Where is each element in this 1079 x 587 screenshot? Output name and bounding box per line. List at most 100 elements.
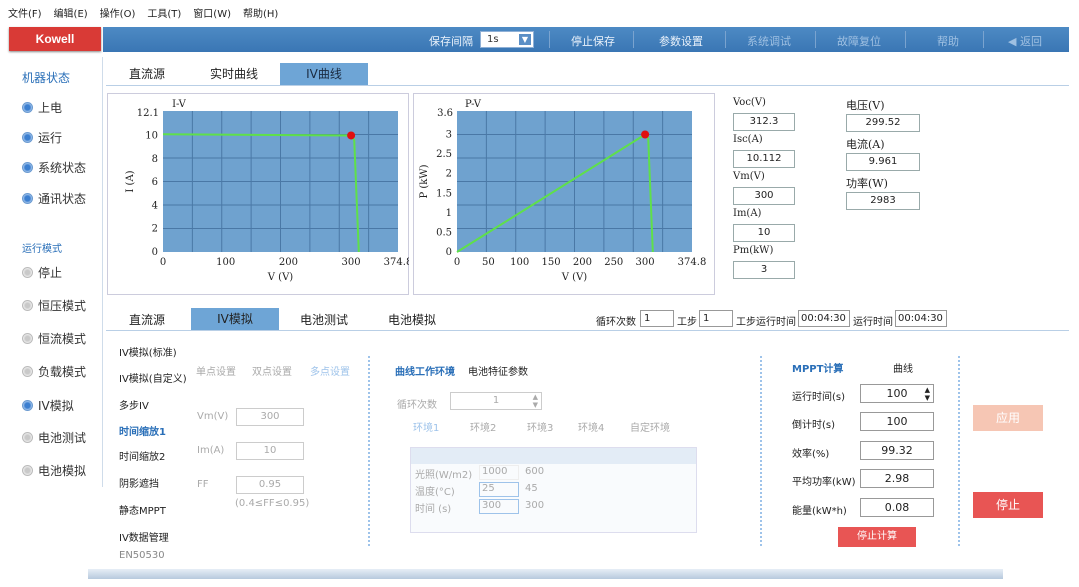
horizontal-scrollbar[interactable] <box>88 569 1003 579</box>
table-row-label: 温度(°C) <box>415 487 455 498</box>
mppt-row-value[interactable]: 100 ▲ ▼ <box>860 384 934 403</box>
env-tab[interactable]: 环境4 <box>578 419 604 434</box>
x-tick-label: 300 <box>342 257 361 268</box>
param-value: 300 <box>260 411 280 422</box>
table-cell[interactable]: 300 <box>525 500 544 511</box>
iv-menu-item[interactable]: 时间缩放1 <box>119 423 166 438</box>
pv-chart: 0 50 100 150 200 250 300 374.8 3 2.5 2 1.5 1 0.5 0 3.6 P… <box>419 99 707 283</box>
param-label: FF <box>197 479 209 490</box>
tab-dc-source[interactable]: 直流源 <box>112 63 182 85</box>
status-indicator-icon <box>22 162 33 173</box>
divider <box>905 31 906 48</box>
y-tick-label: 0.5 <box>436 227 452 238</box>
iv-menu-item[interactable]: 阴影遮挡 <box>119 475 159 490</box>
tab-curve-env[interactable]: 曲线工作环境 <box>395 363 455 378</box>
tab-bottom-dc-source[interactable]: 直流源 <box>112 310 182 330</box>
iv-menu-item[interactable]: 静态MPPT <box>119 502 166 517</box>
mppt-row-value: 2.98 <box>860 469 934 488</box>
y-tick-label: 2.5 <box>436 149 452 160</box>
chevron-down-icon: ▼ <box>519 34 531 45</box>
mode-constant-current[interactable]: 恒流模式 <box>22 330 86 347</box>
table-cell[interactable]: 600 <box>525 466 544 477</box>
mppt-row-label: 能量(kW*h) <box>792 506 847 517</box>
mode-constant-voltage[interactable]: 恒压模式 <box>22 297 86 314</box>
help-button[interactable]: 帮助 <box>937 33 959 49</box>
env-tab[interactable]: 环境3 <box>527 419 553 434</box>
stop-calc-button[interactable]: 停止计算 <box>838 527 916 547</box>
table-cell[interactable]: 300 <box>479 499 519 514</box>
step-time-label: 工步运行时间 <box>736 317 796 328</box>
param-stepper[interactable]: 10 <box>236 442 304 460</box>
menu-file[interactable]: 文件(F) <box>8 5 42 20</box>
mppt-curve-label: 曲线 <box>893 364 913 375</box>
stepper-arrows-icon[interactable]: ▲ ▼ <box>925 386 930 402</box>
multi-point-setting[interactable]: 多点设置 <box>310 363 350 378</box>
y-tick-label: 1 <box>446 208 452 219</box>
readout-value: 10.112 <box>733 150 795 168</box>
tab-realtime-curve[interactable]: 实时曲线 <box>196 63 272 85</box>
env-tab[interactable]: 环境1 <box>413 419 439 434</box>
single-point-setting[interactable]: 单点设置 <box>196 363 236 378</box>
tab-bottom-iv-sim[interactable]: IV模拟 <box>191 308 279 330</box>
mode-iv-simulation[interactable]: IV模拟 <box>22 397 74 414</box>
ff-range-hint: (0.4≤FF≤0.95) <box>235 498 310 509</box>
y-axis-label: I (A) <box>125 170 136 192</box>
mode-stop[interactable]: 停止 <box>22 264 62 281</box>
x-tick-label: 200 <box>573 257 592 268</box>
y-tick-label: 0 <box>152 247 158 258</box>
menu-window[interactable]: 窗口(W) <box>193 5 231 20</box>
mppt-value-text: 0.08 <box>884 501 910 514</box>
x-tick-label: 50 <box>482 257 495 268</box>
readout-value: 10 <box>733 224 795 242</box>
iv-menu-item[interactable]: IV数据管理 <box>119 529 169 544</box>
step-field: 1 <box>699 310 733 327</box>
status-indicator-icon <box>22 132 33 143</box>
save-interval-select[interactable]: 1s ▼ <box>480 31 534 48</box>
param-settings-button[interactable]: 参数设置 <box>659 33 703 49</box>
readout-value: 300 <box>733 187 795 205</box>
system-debug-button[interactable]: 系统调试 <box>747 33 791 49</box>
x-tick-label: 100 <box>216 257 235 268</box>
menu-bar: 文件(F) 编辑(E) 操作(O) 工具(T) 窗口(W) 帮助(H) <box>0 0 1079 24</box>
mppt-value-text: 99.32 <box>881 444 913 457</box>
mode-battery-test[interactable]: 电池测试 <box>22 429 86 446</box>
x-tick-label: 300 <box>636 257 655 268</box>
env-cycle-stepper[interactable]: 1 ▲ ▼ <box>450 392 542 410</box>
readout-label: Isc(A) <box>733 134 763 145</box>
mppt-title: MPPT计算 <box>792 364 844 375</box>
iv-menu-item[interactable]: 时间缩放2 <box>119 448 165 463</box>
table-cell[interactable]: 25 <box>479 482 519 497</box>
menu-help[interactable]: 帮助(H) <box>243 5 278 20</box>
mpp-point <box>347 131 356 140</box>
env-tab[interactable]: 自定环境 <box>630 419 670 434</box>
stop-save-button[interactable]: 停止保存 <box>571 33 615 49</box>
mode-load[interactable]: 负载模式 <box>22 363 86 380</box>
radio-icon <box>22 333 33 344</box>
param-stepper[interactable]: 300 <box>236 408 304 426</box>
iv-menu-item[interactable]: 多步IV <box>119 397 149 412</box>
env-tab[interactable]: 环境2 <box>470 419 496 434</box>
apply-button[interactable]: 应用 <box>973 405 1043 431</box>
iv-menu-item[interactable]: IV模拟(标准) <box>119 344 177 359</box>
back-button[interactable]: ◀ 返回 <box>1008 33 1042 49</box>
menu-operate[interactable]: 操作(O) <box>100 5 136 20</box>
table-cell[interactable]: 1000 <box>479 465 519 480</box>
measure-value: 9.961 <box>846 153 920 171</box>
param-stepper[interactable]: 0.95 <box>236 476 304 494</box>
iv-menu-item[interactable]: EN50530 <box>119 550 165 561</box>
tab-bottom-battery-test[interactable]: 电池测试 <box>288 310 360 330</box>
iv-menu-item[interactable]: IV模拟(自定义) <box>119 370 187 385</box>
menu-tools[interactable]: 工具(T) <box>147 5 181 20</box>
mode-battery-sim[interactable]: 电池模拟 <box>22 462 86 479</box>
save-interval-value: 1s <box>487 34 499 45</box>
status-power-on: 上电 <box>22 99 62 116</box>
tab-bottom-battery-sim[interactable]: 电池模拟 <box>376 310 448 330</box>
fault-reset-button[interactable]: 故障复位 <box>837 33 881 49</box>
tab-cell-params[interactable]: 电池特征参数 <box>468 363 528 378</box>
dual-point-setting[interactable]: 双点设置 <box>252 363 292 378</box>
stop-button[interactable]: 停止 <box>973 492 1043 518</box>
menu-edit[interactable]: 编辑(E) <box>54 5 88 20</box>
table-cell[interactable]: 45 <box>525 483 538 494</box>
tab-iv-curve[interactable]: IV曲线 <box>280 63 368 85</box>
x-tick-label: 374.8 <box>678 257 707 268</box>
